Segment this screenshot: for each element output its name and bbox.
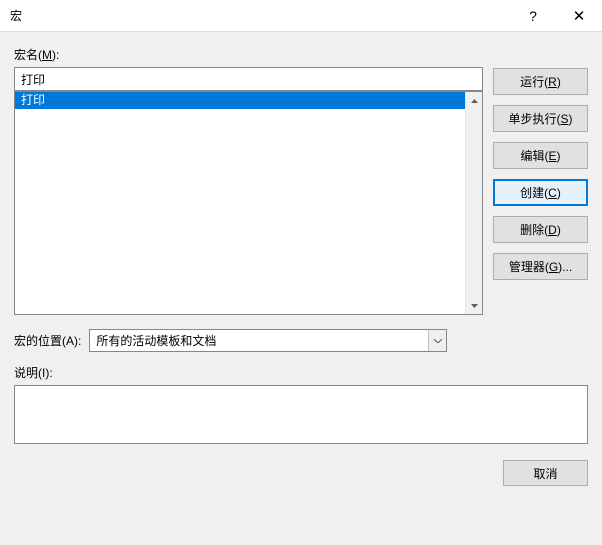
- titlebar: 宏 ? ✕: [0, 0, 602, 32]
- delete-button[interactable]: 删除(D): [493, 216, 588, 243]
- window-title: 宏: [10, 7, 510, 24]
- chevron-down-icon[interactable]: [428, 330, 446, 351]
- scrollbar[interactable]: [465, 92, 482, 314]
- location-select[interactable]: 所有的活动模板和文档: [89, 329, 447, 352]
- organizer-button[interactable]: 管理器(G)...: [493, 253, 588, 280]
- close-button[interactable]: ✕: [556, 0, 602, 32]
- left-column: 宏名(M): 打印: [14, 46, 483, 315]
- cancel-button[interactable]: 取消: [503, 460, 588, 486]
- scroll-up-icon[interactable]: [466, 92, 482, 109]
- right-column: 运行(R) 单步执行(S) 编辑(E) 创建(C) 删除(D) 管理器(G)..…: [493, 46, 588, 315]
- create-button[interactable]: 创建(C): [493, 179, 588, 206]
- macro-list-item[interactable]: 打印: [15, 92, 465, 109]
- location-row: 宏的位置(A): 所有的活动模板和文档: [14, 329, 588, 352]
- help-button[interactable]: ?: [510, 0, 556, 32]
- location-label: 宏的位置(A):: [14, 332, 81, 349]
- macro-list[interactable]: 打印: [14, 91, 483, 315]
- macro-name-label: 宏名(M):: [14, 46, 483, 63]
- step-into-button[interactable]: 单步执行(S): [493, 105, 588, 132]
- description-label: 说明(I):: [14, 364, 588, 381]
- description-box[interactable]: [14, 385, 588, 444]
- location-select-box[interactable]: 所有的活动模板和文档: [89, 329, 447, 352]
- scroll-down-icon[interactable]: [466, 297, 482, 314]
- bottom-row: 取消: [14, 460, 588, 486]
- dialog-body: 宏名(M): 打印 运行(R): [0, 32, 602, 545]
- top-section: 宏名(M): 打印 运行(R): [14, 46, 588, 315]
- macro-name-input[interactable]: [14, 67, 483, 91]
- scroll-track[interactable]: [466, 109, 482, 297]
- run-button[interactable]: 运行(R): [493, 68, 588, 95]
- macro-list-inner: 打印: [15, 92, 465, 314]
- location-value: 所有的活动模板和文档: [96, 332, 216, 349]
- edit-button[interactable]: 编辑(E): [493, 142, 588, 169]
